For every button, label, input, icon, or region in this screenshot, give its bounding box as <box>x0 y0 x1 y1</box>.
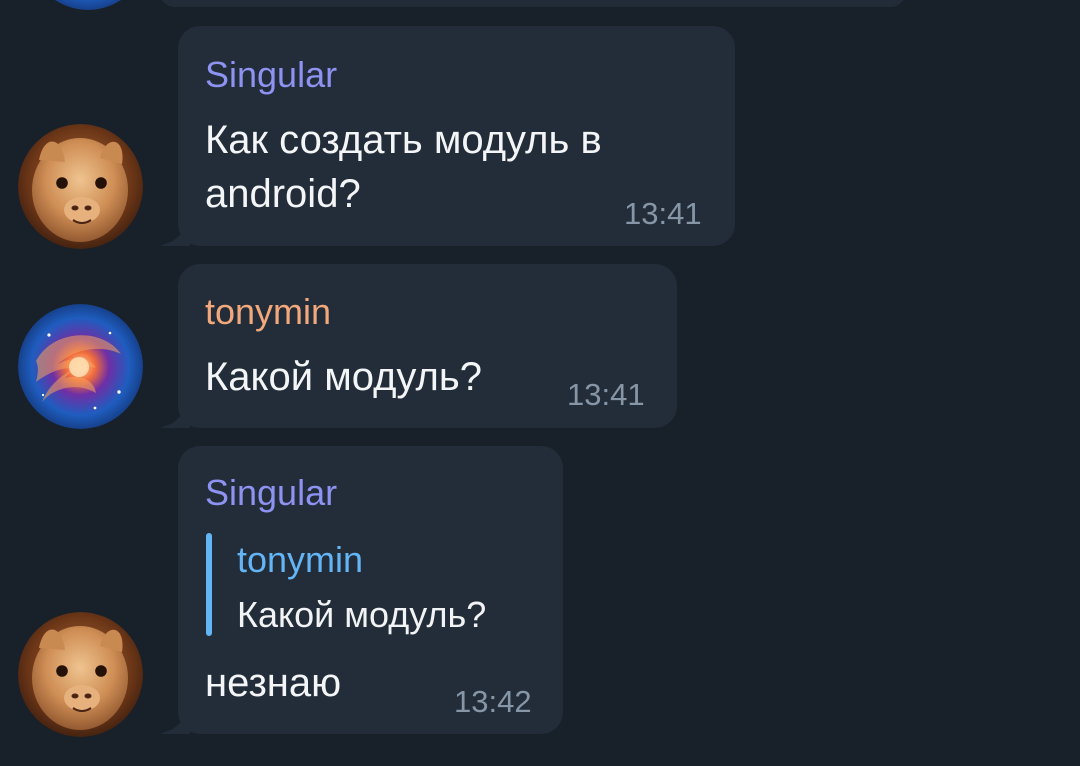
sender-name[interactable]: tonymin <box>205 294 331 330</box>
alpaca-avatar[interactable] <box>18 612 143 737</box>
galaxy-avatar[interactable] <box>18 304 143 429</box>
reply-text: Какой модуль? <box>237 594 487 635</box>
sender-name[interactable]: Singular <box>205 475 337 511</box>
alpaca-avatar-icon <box>18 612 143 737</box>
alpaca-avatar[interactable] <box>18 124 143 249</box>
message-text: незнаю <box>205 661 342 705</box>
alpaca-avatar-icon <box>18 124 143 249</box>
message-bubble[interactable]: Singular tonymin Какой модуль? незнаю 13… <box>178 446 563 734</box>
chat-view: Singular Как создать модуль в android? 1… <box>0 0 1080 766</box>
sender-name[interactable]: Singular <box>205 57 337 93</box>
message-bubble[interactable]: Singular Как создать модуль в android? 1… <box>178 26 735 246</box>
galaxy-avatar-icon <box>18 304 143 429</box>
partial-avatar <box>28 0 148 10</box>
message-time: 13:42 <box>454 684 532 719</box>
message-time: 13:41 <box>567 377 645 412</box>
reply-accent-bar <box>206 533 212 636</box>
message-bubble[interactable]: tonymin Какой модуль? 13:41 <box>178 264 677 428</box>
message-text: Какой модуль? <box>205 355 482 399</box>
previous-message-bubble[interactable] <box>160 0 905 7</box>
message-time: 13:41 <box>624 196 702 231</box>
reply-author[interactable]: tonymin <box>237 542 363 578</box>
